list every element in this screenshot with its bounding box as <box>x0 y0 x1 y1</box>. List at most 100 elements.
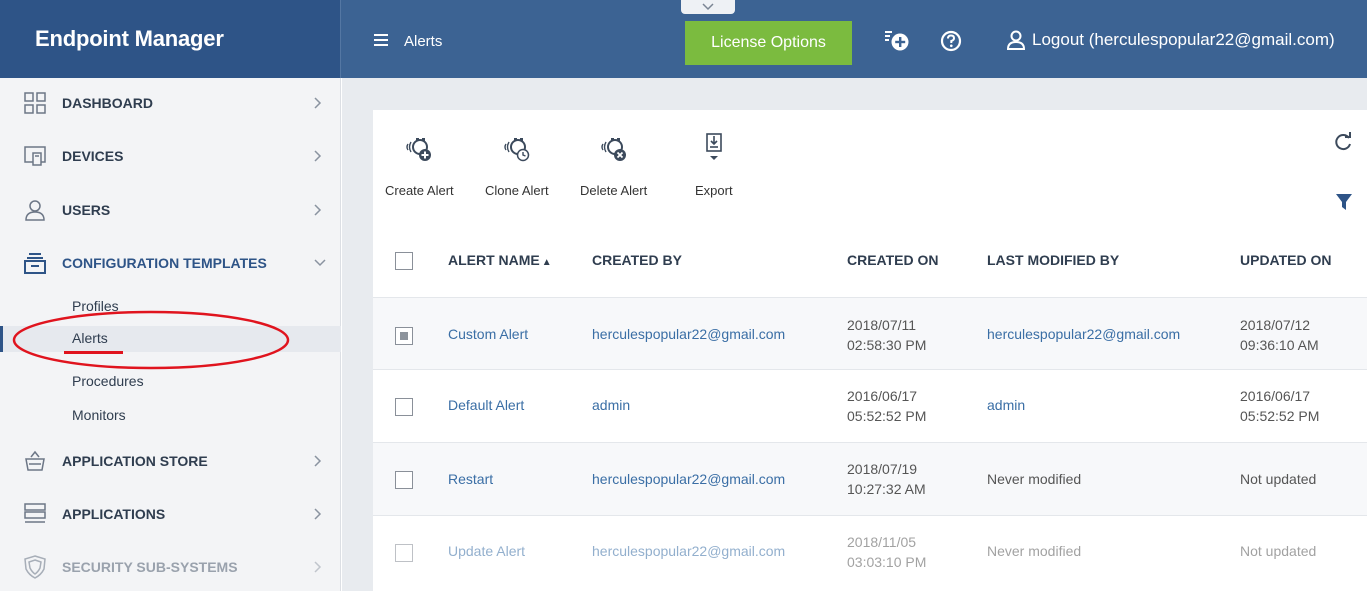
chevron-right-icon <box>314 204 322 216</box>
time-text: 05:52:52 PM <box>1240 408 1320 424</box>
page-title: Alerts <box>404 33 443 50</box>
created-by-link[interactable]: herculespopular22@gmail.com <box>592 326 785 342</box>
sidebar-item-devices[interactable]: DEVICES <box>0 136 341 176</box>
license-options-button[interactable]: License Options <box>685 21 852 65</box>
clone-alert-button[interactable]: Clone Alert <box>485 130 549 198</box>
delete-alert-label: Delete Alert <box>580 183 648 198</box>
sidebar-item-label: CONFIGURATION TEMPLATES <box>62 255 267 271</box>
refresh-icon[interactable] <box>1333 132 1353 152</box>
sidebar-item-application-store[interactable]: APPLICATION STORE <box>0 441 341 481</box>
applications-icon <box>24 503 46 523</box>
create-alert-button[interactable]: Create Alert <box>385 130 454 198</box>
sidebar-item-users[interactable]: USERS <box>0 190 341 230</box>
sidebar-item-applications[interactable]: APPLICATIONS <box>0 494 341 534</box>
created-by-link[interactable]: herculespopular22@gmail.com <box>592 543 785 559</box>
top-header: Endpoint Manager Alerts License Options … <box>0 0 1367 78</box>
select-all-checkbox[interactable] <box>395 252 413 270</box>
alerts-panel: Create Alert Clone Alert Delete Alert Ex… <box>373 110 1367 591</box>
column-created-on[interactable]: CREATED ON <box>847 252 939 268</box>
time-text: 02:58:30 PM <box>847 337 927 353</box>
row-checkbox[interactable] <box>395 327 413 345</box>
annotation-underline <box>64 351 123 354</box>
created-on-cell: 2018/07/19 10:27:32 AM <box>847 459 926 499</box>
application-store-icon <box>25 450 45 471</box>
create-alert-label: Create Alert <box>385 183 454 198</box>
updated-on-cell: 2016/06/17 05:52:52 PM <box>1240 386 1319 426</box>
sidebar-item-configuration-templates[interactable]: CONFIGURATION TEMPLATES <box>0 243 341 283</box>
subitem-label: Monitors <box>72 407 126 423</box>
chevron-right-icon <box>314 150 322 162</box>
time-text: 03:03:10 PM <box>847 554 927 570</box>
clone-alert-icon <box>504 138 530 162</box>
devices-icon <box>24 146 46 166</box>
create-alert-icon <box>406 138 432 161</box>
subitem-label: Procedures <box>72 373 144 389</box>
date-text: 2018/11/05 <box>847 534 917 550</box>
brand-logo[interactable]: Endpoint Manager <box>0 0 341 78</box>
brand-title: Endpoint Manager <box>35 26 224 51</box>
date-text: 2016/06/17 <box>847 388 918 404</box>
alert-name-link[interactable]: Update Alert <box>448 543 525 559</box>
sidebar-item-security-sub-systems[interactable]: SECURITY SUB-SYSTEMS <box>0 547 341 587</box>
logout-label: Logout (herculespopular22@gmail.com) <box>1032 30 1335 49</box>
alert-name-link[interactable]: Custom Alert <box>448 326 528 342</box>
chevron-right-icon <box>314 508 322 520</box>
table-row[interactable]: Default Alert admin 2016/06/17 05:52:52 P… <box>373 369 1367 442</box>
column-created-by[interactable]: CREATED BY <box>592 252 682 268</box>
sidebar-subitem-alerts[interactable]: Alerts <box>0 326 341 352</box>
alert-name-link[interactable]: Restart <box>448 471 493 487</box>
created-by-link[interactable]: admin <box>592 397 630 413</box>
dashboard-icon <box>24 92 46 114</box>
sidebar-item-label: SECURITY SUB-SYSTEMS <box>62 559 238 575</box>
export-icon <box>705 133 722 160</box>
date-text: 2018/07/19 <box>847 461 918 477</box>
updated-on-cell: Not updated <box>1240 543 1317 559</box>
alert-name-link[interactable]: Default Alert <box>448 397 524 413</box>
created-on-cell: 2016/06/17 05:52:52 PM <box>847 386 926 426</box>
export-button[interactable]: Export <box>695 130 733 198</box>
add-notification-icon[interactable] <box>884 30 912 52</box>
export-label: Export <box>695 183 733 198</box>
sidebar-subitem-procedures[interactable]: Procedures <box>0 369 341 395</box>
sidebar-item-label: APPLICATION STORE <box>62 453 208 469</box>
row-checkbox[interactable] <box>395 544 413 562</box>
main-content: Create Alert Clone Alert Delete Alert Ex… <box>342 78 1367 591</box>
menu-toggle-icon[interactable] <box>374 34 388 46</box>
date-text: 2018/07/11 <box>847 317 917 333</box>
column-alert-name[interactable]: ALERT NAME ▲ <box>448 252 552 268</box>
delete-alert-icon <box>600 138 626 161</box>
chevron-right-icon <box>314 455 322 467</box>
configuration-templates-icon <box>24 253 46 274</box>
sidebar-subitem-monitors[interactable]: Monitors <box>0 403 341 429</box>
table-row[interactable]: Custom Alert herculespopular22@gmail.com… <box>373 297 1367 369</box>
delete-alert-button[interactable]: Delete Alert <box>580 130 647 198</box>
modified-by-link[interactable]: herculespopular22@gmail.com <box>987 326 1180 342</box>
column-updated-on[interactable]: UPDATED ON <box>1240 252 1332 268</box>
modified-by-cell: Never modified <box>987 543 1082 559</box>
help-icon[interactable] <box>940 30 962 52</box>
collapse-header-tab[interactable] <box>681 0 735 14</box>
row-checkbox[interactable] <box>395 471 413 489</box>
created-on-cell: 2018/07/11 02:58:30 PM <box>847 315 926 355</box>
created-by-link[interactable]: herculespopular22@gmail.com <box>592 471 785 487</box>
user-icon <box>25 200 45 221</box>
sidebar-subitem-profiles[interactable]: Profiles <box>0 294 341 320</box>
subitem-label: Profiles <box>72 298 119 314</box>
chevron-right-icon <box>314 561 322 573</box>
column-last-modified-by[interactable]: LAST MODIFIED BY <box>987 252 1119 268</box>
sidebar-item-label: APPLICATIONS <box>62 506 166 522</box>
chevron-down-icon <box>314 259 326 267</box>
table-row[interactable]: Restart herculespopular22@gmail.com 2018… <box>373 442 1367 515</box>
date-text: 2018/07/12 <box>1240 317 1311 333</box>
logout-button[interactable]: Logout (herculespopular22@gmail.com) <box>1007 30 1335 50</box>
row-checkbox[interactable] <box>395 398 413 416</box>
updated-on-cell: 2018/07/12 09:36:10 AM <box>1240 315 1319 355</box>
modified-by-link[interactable]: admin <box>987 397 1025 413</box>
subitem-label: Alerts <box>72 330 108 346</box>
table-row[interactable]: Update Alert herculespopular22@gmail.com… <box>373 515 1367 591</box>
created-on-cell: 2018/11/05 03:03:10 PM <box>847 532 926 572</box>
sidebar-item-dashboard[interactable]: DASHBOARD <box>0 83 341 123</box>
modified-by-cell: Never modified <box>987 471 1082 487</box>
filter-icon[interactable] <box>1335 192 1353 212</box>
time-text: 09:36:10 AM <box>1240 337 1319 353</box>
